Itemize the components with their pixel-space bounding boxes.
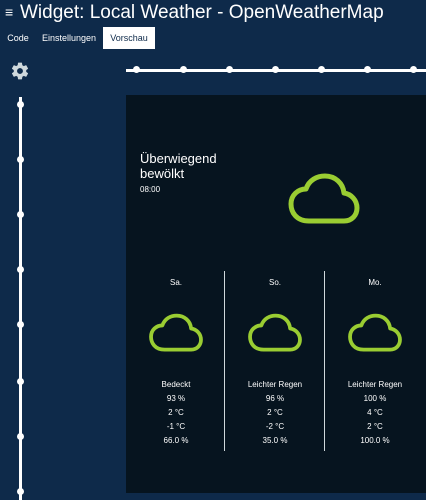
title-bar: ≡ Widget: Local Weather - OpenWeatherMap (0, 0, 426, 26)
ruler-tick (318, 66, 325, 73)
forecast-day-column: So. Leichter Regen 96 % 2 °C -2 °C 35.0 … (225, 271, 325, 451)
cloud-icon (149, 313, 203, 352)
ruler-tick (17, 321, 24, 328)
ruler-tick (17, 433, 24, 440)
ruler-tick (180, 66, 187, 73)
forecast-humidity: 100 % (363, 394, 387, 403)
gear-icon[interactable] (10, 61, 30, 81)
ruler-tick (364, 66, 371, 73)
forecast-description: Leichter Regen (247, 380, 303, 389)
forecast-humidity: 96 % (265, 394, 285, 403)
cloud-icon (348, 313, 402, 352)
ruler-tick (133, 66, 140, 73)
current-time: 08:00 (140, 185, 161, 194)
cloud-icon (248, 313, 302, 352)
forecast-description: Leichter Regen (347, 380, 403, 389)
forecast-day: Sa. (169, 278, 182, 287)
forecast-day-column: Mo. Leichter Regen 100 % 4 °C 2 °C 100.0… (325, 271, 425, 451)
cloud-icon (286, 173, 362, 225)
ruler-tick (272, 66, 279, 73)
forecast-temp-max: 2 °C (267, 408, 283, 417)
forecast-day: So. (268, 278, 281, 287)
ruler-tick (17, 488, 24, 495)
forecast-humidity: 93 % (166, 394, 186, 403)
forecast-rain-probability: 66.0 % (163, 436, 189, 445)
forecast-temp-min: -1 °C (166, 422, 186, 431)
ruler-tick (17, 378, 24, 385)
page-title: Widget: Local Weather - OpenWeatherMap (20, 2, 384, 23)
forecast-temp-max: 4 °C (367, 408, 383, 417)
forecast-day-column: Sa. Bedeckt 93 % 2 °C -1 °C 66.0 % (126, 271, 226, 451)
forecast-temp-max: 2 °C (168, 408, 184, 417)
forecast-temp-min: -2 °C (265, 422, 285, 431)
tab-code[interactable]: Code (0, 27, 36, 49)
tab-einstellungen[interactable]: Einstellungen (38, 27, 100, 49)
forecast-description: Bedeckt (161, 380, 191, 389)
ruler-tick (17, 211, 24, 218)
ruler-tick (226, 66, 233, 73)
forecast-temp-min: 2 °C (367, 422, 383, 431)
forecast-day: Mo. (368, 278, 382, 287)
tab-vorschau[interactable]: Vorschau (103, 27, 155, 49)
ruler-tick (17, 266, 24, 273)
menu-icon[interactable]: ≡ (5, 4, 13, 20)
tab-bar: Code Einstellungen Vorschau (0, 27, 426, 49)
current-description: Überwiegend bewölkt (140, 151, 217, 181)
ruler-tick (17, 101, 24, 108)
forecast-rain-probability: 35.0 % (262, 436, 288, 445)
ruler-tick (410, 66, 417, 73)
forecast-rain-probability: 100.0 % (360, 436, 390, 445)
ruler-tick (17, 156, 24, 163)
weather-widget-preview: Überwiegend bewölkt 08:00 Sa. Bedeckt 93… (126, 95, 426, 493)
